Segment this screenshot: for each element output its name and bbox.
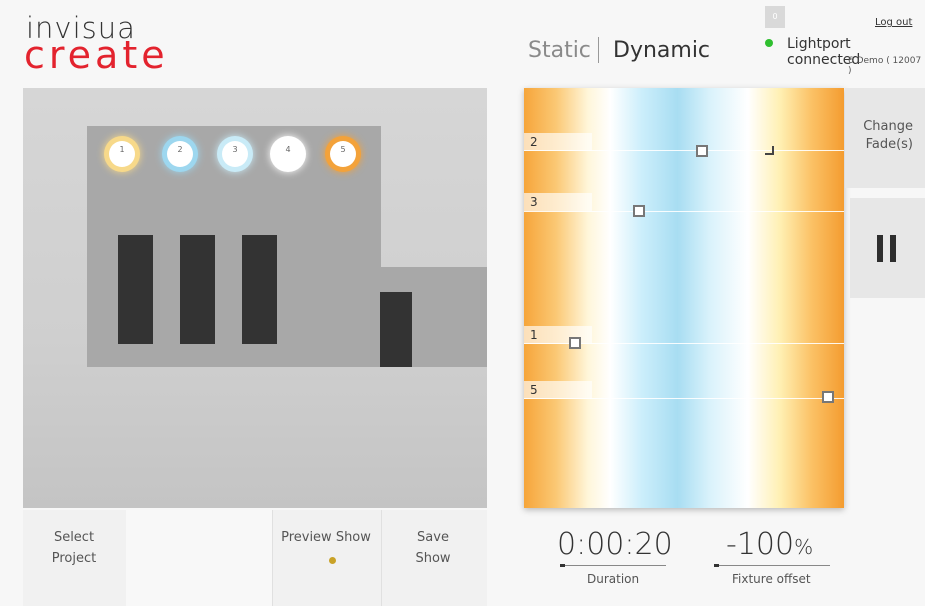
duration-slider-thumb[interactable] xyxy=(560,564,565,567)
toolbar-spacer xyxy=(126,510,272,606)
change-fade-button[interactable]: Change Fade(s) xyxy=(845,88,925,188)
track-handle[interactable] xyxy=(569,337,581,349)
fixture-offset-value[interactable]: -100% xyxy=(726,530,813,560)
fixture-light-2[interactable]: 2 xyxy=(162,136,198,172)
fixture-number: 5 xyxy=(340,145,346,154)
fixture-light-4[interactable]: 4 xyxy=(270,136,306,172)
stage-object xyxy=(180,235,215,344)
pause-button[interactable] xyxy=(850,198,925,298)
notification-badge[interactable]: 0 xyxy=(765,6,785,28)
fixture-light-3[interactable]: 3 xyxy=(217,136,253,172)
track-label: 5 xyxy=(524,381,592,399)
divider xyxy=(381,510,382,606)
offset-slider-thumb[interactable] xyxy=(714,564,719,567)
fixture-number: 1 xyxy=(119,145,125,154)
save-show-button[interactable]: Save Show xyxy=(398,528,468,570)
fixture-offset-unit: % xyxy=(794,535,814,559)
track-label: 3 xyxy=(524,193,592,211)
fixture-number: 2 xyxy=(177,145,183,154)
select-project-button[interactable]: Select Project xyxy=(34,528,114,570)
static-mode-tab[interactable]: Static xyxy=(528,40,591,62)
duration-value[interactable]: 0:00:20 xyxy=(557,530,673,560)
logo-text-bottom: create xyxy=(24,33,169,77)
color-timeline[interactable] xyxy=(524,88,844,508)
dynamic-mode-tab[interactable]: Dynamic xyxy=(613,40,710,62)
track-handle[interactable] xyxy=(633,205,645,217)
fixture-offset-number: -100 xyxy=(726,527,795,562)
offset-slider-track[interactable] xyxy=(714,565,830,566)
track-label: 1 xyxy=(524,326,592,344)
stage-object xyxy=(242,235,277,344)
connection-status-icon xyxy=(765,39,773,47)
device-name: 6 Demo ( 12007 ) xyxy=(848,56,922,76)
stage-object xyxy=(380,292,412,367)
pause-icon xyxy=(877,235,883,262)
track-label: 2 xyxy=(524,133,592,151)
duration-slider-track[interactable] xyxy=(560,565,666,566)
fixture-offset-label: Fixture offset xyxy=(732,572,811,586)
mode-separator xyxy=(598,37,599,63)
track-handle[interactable] xyxy=(822,391,834,403)
fixture-number: 3 xyxy=(232,145,238,154)
track-end-marker[interactable] xyxy=(765,146,774,155)
stage-object xyxy=(118,235,153,344)
track-handle[interactable] xyxy=(696,145,708,157)
preview-indicator-icon xyxy=(329,557,336,564)
logout-link[interactable]: Log out xyxy=(875,17,912,28)
fixture-number: 4 xyxy=(285,145,291,154)
divider xyxy=(272,510,273,606)
pause-icon xyxy=(890,235,896,262)
preview-show-button[interactable]: Preview Show xyxy=(276,528,376,549)
fixture-light-5[interactable]: 5 xyxy=(325,136,361,172)
fixture-light-1[interactable]: 1 xyxy=(104,136,140,172)
duration-label: Duration xyxy=(587,572,640,586)
track-line xyxy=(524,211,844,212)
